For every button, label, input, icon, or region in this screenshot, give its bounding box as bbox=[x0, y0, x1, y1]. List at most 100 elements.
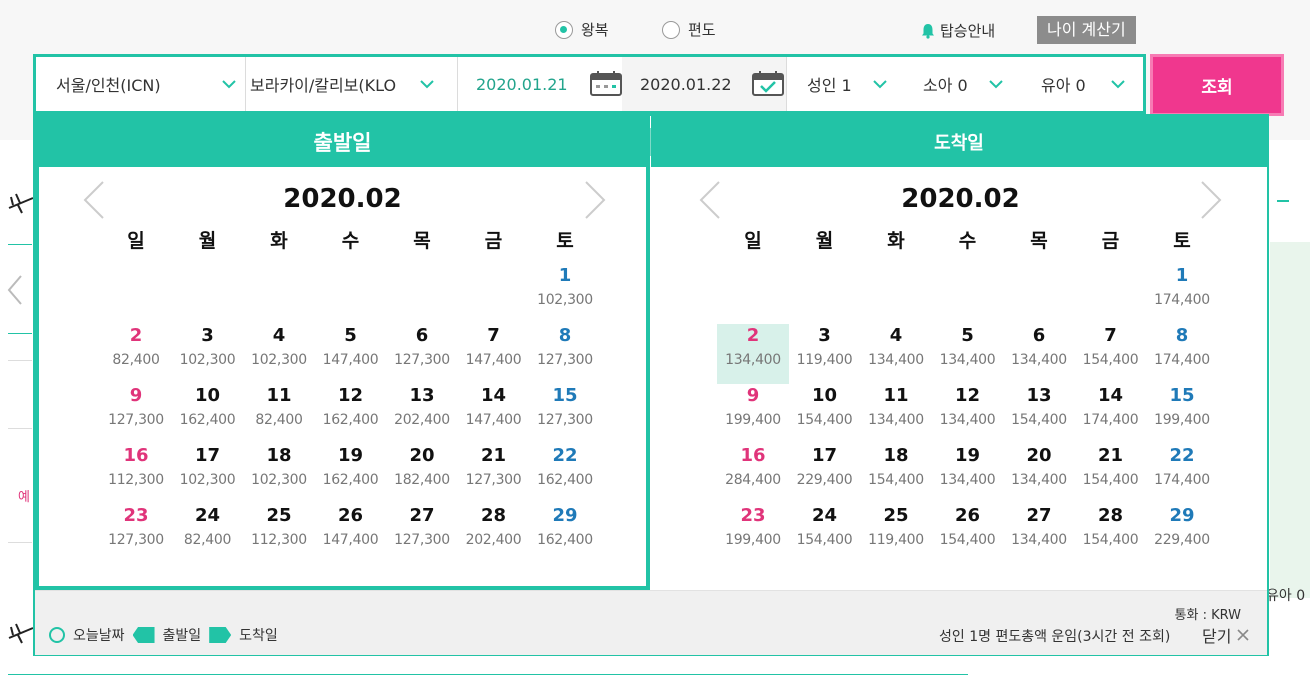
day-cell[interactable]: 27 127,300 bbox=[386, 504, 458, 564]
day-cell[interactable]: 12 162,400 bbox=[315, 384, 387, 444]
tab-arrival[interactable]: 도착일 bbox=[651, 116, 1267, 167]
day-cell[interactable]: 1 174,400 bbox=[1146, 264, 1218, 324]
day-cell[interactable]: 1 102,300 bbox=[529, 264, 601, 324]
day-cell[interactable]: 14 147,400 bbox=[458, 384, 530, 444]
day-cell[interactable]: 2 134,400 bbox=[717, 324, 789, 384]
day-price: 127,300 bbox=[394, 352, 450, 368]
day-cell[interactable]: 28 202,400 bbox=[458, 504, 530, 564]
boarding-info-link[interactable]: 탑승안내 bbox=[921, 20, 995, 41]
boarding-info-label: 탑승안내 bbox=[940, 22, 996, 40]
close-label: 닫기 bbox=[1202, 627, 1232, 646]
day-cell[interactable]: 26 147,400 bbox=[315, 504, 387, 564]
day-cell[interactable]: 29 162,400 bbox=[529, 504, 601, 564]
day-cell[interactable]: 20 134,400 bbox=[1003, 444, 1075, 504]
day-price: 174,400 bbox=[1154, 472, 1210, 488]
day-cell[interactable]: 18 154,400 bbox=[860, 444, 932, 504]
adult-select[interactable]: 성인 1 bbox=[787, 57, 907, 111]
day-cell[interactable]: 13 202,400 bbox=[386, 384, 458, 444]
day-cell[interactable]: 11 134,400 bbox=[860, 384, 932, 444]
day-cell[interactable]: 28 154,400 bbox=[1075, 504, 1147, 564]
day-cell[interactable]: 10 162,400 bbox=[172, 384, 244, 444]
next-month-icon[interactable] bbox=[1198, 180, 1224, 220]
child-select[interactable]: 소아 0 bbox=[907, 57, 1025, 111]
airplane-icon bbox=[8, 193, 34, 214]
prev-month-icon[interactable] bbox=[81, 180, 107, 220]
day-cell[interactable]: 6 127,300 bbox=[386, 324, 458, 384]
fare-note: 성인 1명 편도총액 운임(3시간 전 조회) bbox=[939, 629, 1171, 645]
bg-panel bbox=[1270, 242, 1310, 598]
infant-select[interactable]: 유아 0 bbox=[1025, 57, 1143, 111]
day-cell[interactable]: 21 154,400 bbox=[1075, 444, 1147, 504]
day-cell[interactable]: 24 82,400 bbox=[172, 504, 244, 564]
day-cell[interactable]: 13 154,400 bbox=[1003, 384, 1075, 444]
day-cell[interactable]: 5 134,400 bbox=[932, 324, 1004, 384]
day-cell[interactable]: 9 199,400 bbox=[717, 384, 789, 444]
day-cell[interactable]: 17 229,400 bbox=[789, 444, 861, 504]
day-cell[interactable]: 2 82,400 bbox=[100, 324, 172, 384]
day-price: 154,400 bbox=[796, 412, 853, 428]
day-cell[interactable]: 19 162,400 bbox=[315, 444, 387, 504]
day-cell[interactable]: 20 182,400 bbox=[386, 444, 458, 504]
origin-select[interactable]: 서울/인천(ICN) bbox=[36, 57, 246, 111]
day-cell[interactable]: 25 119,400 bbox=[860, 504, 932, 564]
one-way-radio[interactable]: 편도 bbox=[662, 19, 716, 40]
tab-departure[interactable]: 출발일 bbox=[35, 116, 650, 167]
arrival-day-grid: 1 174,400 2 134,400 3 119,400 4 134,400 5 134,400… bbox=[717, 265, 1218, 568]
day-number bbox=[789, 264, 861, 288]
origin-value: 서울/인천(ICN) bbox=[56, 76, 161, 95]
day-cell[interactable]: 3 102,300 bbox=[172, 324, 244, 384]
day-cell[interactable]: 16 112,300 bbox=[100, 444, 172, 504]
day-cell[interactable]: 4 134,400 bbox=[860, 324, 932, 384]
day-cell[interactable]: 16 284,400 bbox=[717, 444, 789, 504]
day-number: 21 bbox=[480, 445, 507, 466]
day-cell[interactable]: 15 199,400 bbox=[1146, 384, 1218, 444]
destination-select[interactable]: 보라카이/칼리보(KLO) bbox=[246, 57, 458, 111]
day-cell[interactable]: 6 134,400 bbox=[1003, 324, 1075, 384]
day-cell[interactable]: 4 102,300 bbox=[243, 324, 315, 384]
day-price: 174,400 bbox=[1154, 292, 1210, 308]
day-cell[interactable]: 10 154,400 bbox=[789, 384, 861, 444]
day-number: 18 bbox=[266, 445, 292, 466]
day-cell[interactable]: 9 127,300 bbox=[100, 384, 172, 444]
day-number: 18 bbox=[883, 445, 909, 466]
day-cell[interactable]: 8 127,300 bbox=[529, 324, 601, 384]
day-cell[interactable]: 29 229,400 bbox=[1146, 504, 1218, 564]
prev-month-icon[interactable] bbox=[697, 180, 723, 220]
day-number bbox=[1075, 264, 1147, 288]
next-month-icon[interactable] bbox=[582, 180, 608, 220]
day-cell[interactable]: 14 174,400 bbox=[1075, 384, 1147, 444]
weekday-label: 금 bbox=[484, 230, 503, 252]
day-cell[interactable]: 17 102,300 bbox=[172, 444, 244, 504]
day-cell[interactable]: 19 134,400 bbox=[932, 444, 1004, 504]
day-cell[interactable]: 27 134,400 bbox=[1003, 504, 1075, 564]
day-number: 7 bbox=[1104, 325, 1117, 346]
depart-date-field[interactable]: 2020.01.21 bbox=[458, 57, 622, 111]
day-cell[interactable]: 15 127,300 bbox=[529, 384, 601, 444]
day-number: 1 bbox=[1175, 265, 1189, 286]
day-cell[interactable]: 22 162,400 bbox=[529, 444, 601, 504]
day-price: 127,300 bbox=[394, 532, 450, 548]
age-calculator-button[interactable]: 나이 계산기 bbox=[1037, 16, 1136, 44]
day-cell[interactable]: 5 147,400 bbox=[315, 324, 387, 384]
day-cell[interactable]: 22 174,400 bbox=[1146, 444, 1218, 504]
chevron-left-icon[interactable] bbox=[6, 274, 24, 306]
day-cell[interactable]: 12 134,400 bbox=[932, 384, 1004, 444]
day-cell[interactable]: 25 112,300 bbox=[243, 504, 315, 564]
day-cell[interactable]: 8 174,400 bbox=[1146, 324, 1218, 384]
day-cell[interactable]: 24 154,400 bbox=[789, 504, 861, 564]
day-number: 5 bbox=[344, 325, 357, 346]
round-trip-radio[interactable]: 왕복 bbox=[555, 19, 609, 40]
day-cell[interactable]: 11 82,400 bbox=[243, 384, 315, 444]
day-cell[interactable]: 3 119,400 bbox=[789, 324, 861, 384]
day-cell[interactable]: 7 147,400 bbox=[458, 324, 530, 384]
day-cell[interactable]: 23 199,400 bbox=[717, 504, 789, 564]
close-button[interactable]: 닫기 bbox=[1202, 623, 1250, 647]
return-date-field[interactable]: 2020.01.22 bbox=[622, 57, 787, 111]
day-cell[interactable]: 21 127,300 bbox=[458, 444, 530, 504]
search-button[interactable]: 조회 bbox=[1150, 54, 1284, 116]
day-cell[interactable]: 26 154,400 bbox=[932, 504, 1004, 564]
day-cell[interactable]: 18 102,300 bbox=[243, 444, 315, 504]
day-number: 3 bbox=[818, 325, 831, 346]
day-cell[interactable]: 7 154,400 bbox=[1075, 324, 1147, 384]
day-cell[interactable]: 23 127,300 bbox=[100, 504, 172, 564]
